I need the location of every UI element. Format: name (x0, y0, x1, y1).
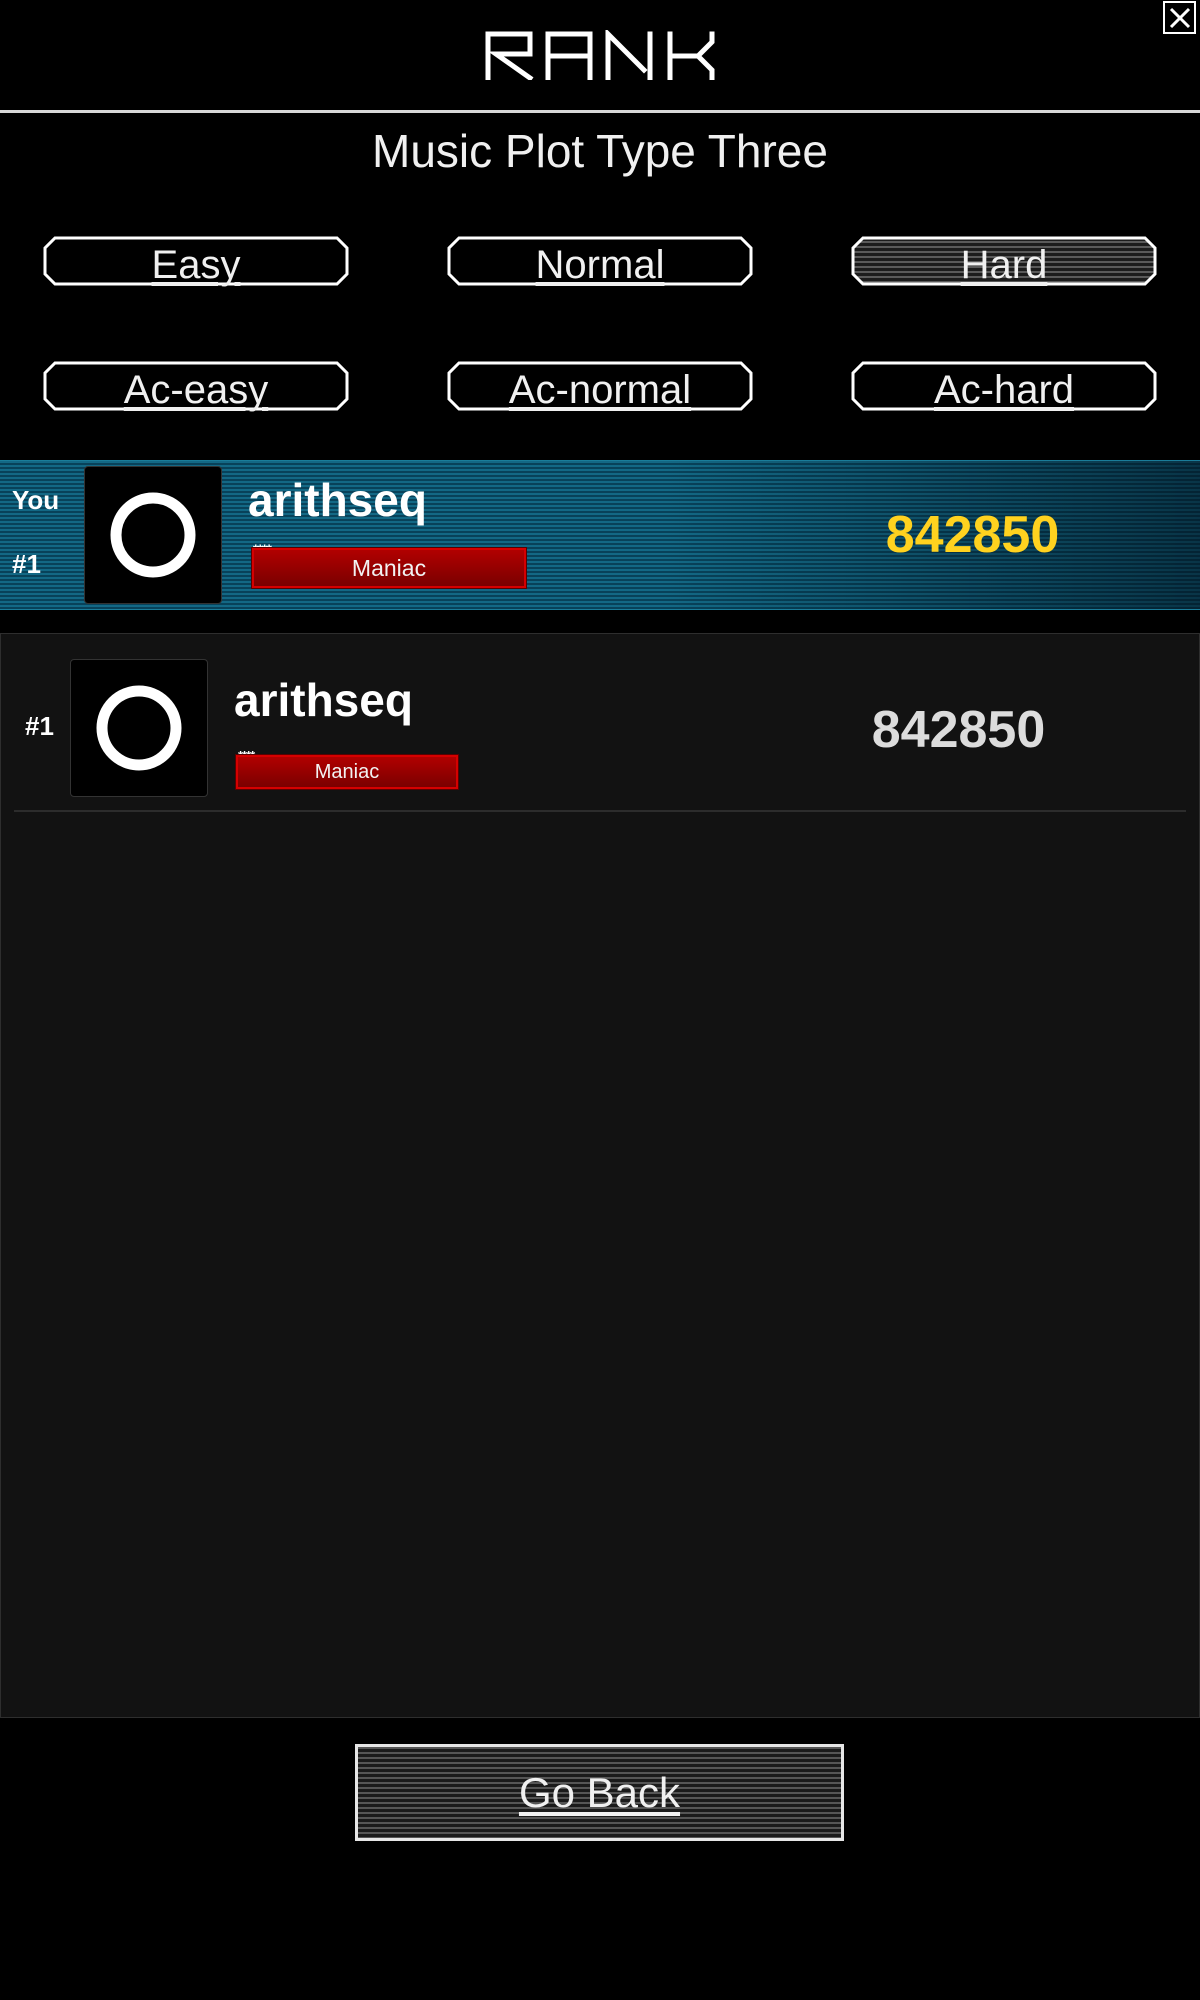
you-label: You (12, 485, 60, 515)
difficulty-label: Normal (535, 242, 665, 287)
difficulty-normal-button[interactable]: Normal (447, 236, 753, 287)
row-divider (14, 810, 1186, 812)
ring-icon (96, 685, 182, 771)
row-rank: #1 (25, 711, 54, 741)
difficulty-label: Ac-normal (508, 367, 692, 412)
difficulty-ac-hard-button[interactable]: Ac-hard (851, 361, 1157, 412)
difficulty-label: Ac-hard (933, 367, 1075, 412)
difficulty-label: Easy (151, 242, 241, 287)
rank-logotype (485, 30, 715, 80)
difficulty-easy-button[interactable]: Easy (43, 236, 349, 287)
ring-icon (110, 492, 196, 578)
title-badge: Maniac (251, 547, 527, 589)
header-divider (0, 110, 1200, 113)
player-score: 842850 (885, 506, 1060, 564)
difficulty-label: Hard (960, 242, 1048, 287)
avatar (70, 659, 208, 797)
page-title (0, 0, 1200, 110)
difficulty-ac-easy-button[interactable]: Ac-easy (43, 361, 349, 412)
player-name: arithseq (234, 674, 413, 726)
song-title: Music Plot Type Three (372, 125, 828, 177)
go-back-button[interactable]: Go Back (355, 1744, 844, 1841)
your-rank-row: You #1 arithseq **** Maniac 842850 (0, 460, 1200, 610)
go-back-label: Go Back (518, 1768, 681, 1816)
title-badge: Maniac (235, 754, 459, 790)
difficulty-label: Ac-easy (123, 367, 269, 412)
you-rank: #1 (12, 549, 41, 579)
player-name: arithseq (248, 474, 427, 526)
difficulty-ac-normal-button[interactable]: Ac-normal (447, 361, 753, 412)
player-score: 842850 (871, 701, 1046, 759)
difficulty-hard-button[interactable]: Hard (851, 236, 1157, 287)
table-row[interactable]: #1 arithseq **** Maniac 842850 (0, 655, 1200, 807)
avatar (84, 466, 222, 604)
